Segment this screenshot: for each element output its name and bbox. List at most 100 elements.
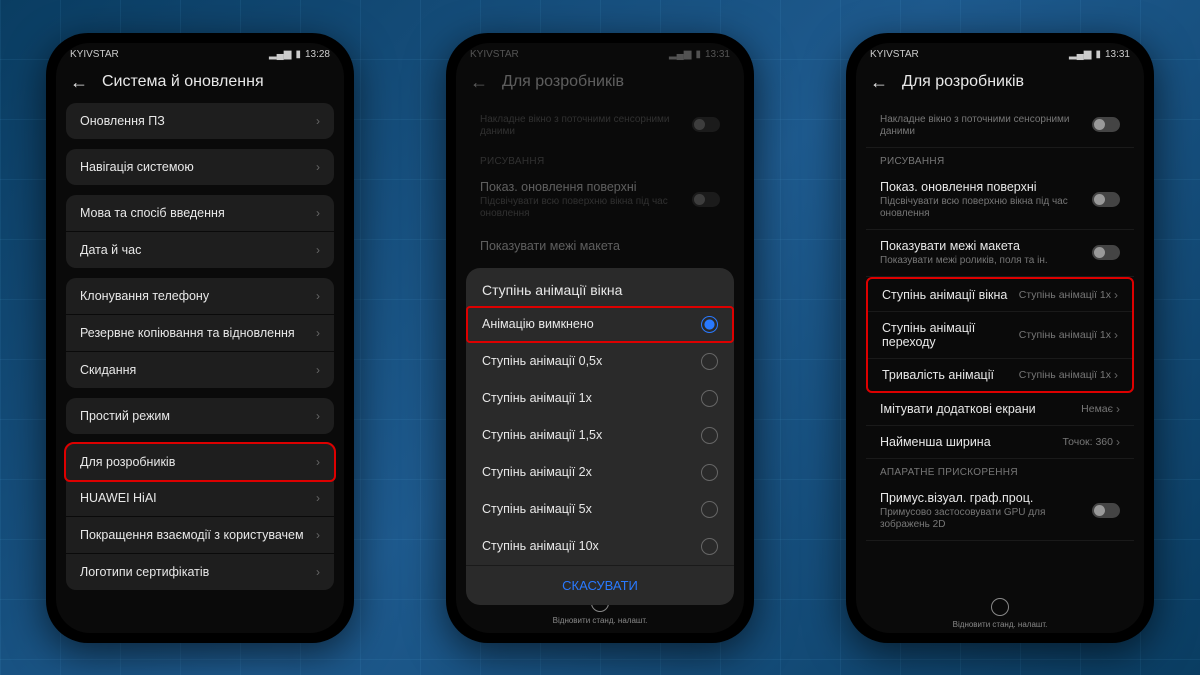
row-simple-mode[interactable]: Простий режим› [66, 398, 334, 434]
row-reset[interactable]: Скидання› [66, 352, 334, 388]
chevron-right-icon: › [316, 326, 320, 340]
screen-header: ← Для розробників [456, 62, 744, 103]
row-software-update[interactable]: Оновлення ПЗ› [66, 103, 334, 139]
chevron-right-icon: › [316, 409, 320, 423]
clock-label: 13:31 [705, 49, 730, 60]
home-icon[interactable] [991, 598, 1009, 616]
toggle-switch[interactable] [1092, 192, 1120, 207]
radio-animation-5x[interactable]: Ступінь анімації 5x [466, 491, 734, 528]
radio-animation-1-5x[interactable]: Ступінь анімації 1,5x [466, 417, 734, 454]
radio-icon [701, 501, 718, 518]
radio-animation-1x[interactable]: Ступінь анімації 1x [466, 380, 734, 417]
row-window-animation-scale[interactable]: Ступінь анімації вікна Ступінь анімації … [868, 279, 1132, 312]
cancel-button[interactable]: СКАСУВАТИ [466, 565, 734, 605]
battery-icon: ▮ [695, 49, 701, 60]
row-certificates[interactable]: Логотипи сертифікатів› [66, 554, 334, 590]
row-animator-duration-scale[interactable]: Тривалість анімації Ступінь анімації 1x› [868, 359, 1132, 391]
radio-animation-2x[interactable]: Ступінь анімації 2x [466, 454, 734, 491]
dev-options-list[interactable]: Накладне вікно з поточними сенсорними да… [856, 103, 1144, 592]
row-phone-clone[interactable]: Клонування телефону› [66, 278, 334, 315]
page-title: Для розробників [902, 73, 1024, 91]
row-developer-options[interactable]: Для розробників› [64, 442, 336, 482]
chevron-right-icon: › [316, 528, 320, 542]
chevron-right-icon: › [1114, 328, 1118, 342]
row-pointer-overlay[interactable]: Накладне вікно з поточними сенсорними да… [866, 103, 1134, 148]
carrier-label: KYIVSTAR [470, 49, 519, 60]
row-layout-bounds[interactable]: Показувати межі макета [466, 230, 734, 263]
back-icon[interactable]: ← [70, 72, 88, 93]
signal-icon: ▂▄▆ [269, 49, 291, 60]
chevron-right-icon: › [1116, 402, 1120, 416]
clock-label: 13:28 [305, 49, 330, 60]
section-hardware-label: АПАРАТНЕ ПРИСКОРЕННЯ [866, 459, 1134, 482]
status-bar: KYIVSTAR ▂▄▆ ▮ 13:31 [856, 43, 1144, 62]
radio-icon [701, 538, 718, 555]
page-title: Для розробників [502, 73, 624, 91]
animation-scale-dialog: Ступінь анімації вікна Анімацію вимкнено… [466, 268, 734, 605]
chevron-right-icon: › [316, 455, 320, 469]
chevron-right-icon: › [316, 243, 320, 257]
toggle-switch[interactable] [1092, 245, 1120, 260]
nav-bar: Відновити станд. налашт. [856, 592, 1144, 633]
chevron-right-icon: › [316, 363, 320, 377]
chevron-right-icon: › [316, 114, 320, 128]
toggle-switch[interactable] [692, 192, 720, 207]
chevron-right-icon: › [316, 289, 320, 303]
chevron-right-icon: › [1114, 368, 1118, 382]
battery-icon: ▮ [295, 49, 301, 60]
radio-icon [701, 390, 718, 407]
screen-dev-options-dialog: KYIVSTAR ▂▄▆ ▮ 13:31 ← Для розробників Н… [456, 43, 744, 633]
row-layout-bounds[interactable]: Показувати межі макета Показувати межі р… [866, 230, 1134, 277]
chevron-right-icon: › [1114, 288, 1118, 302]
section-drawing-label: РИСУВАННЯ [866, 148, 1134, 171]
row-smallest-width[interactable]: Найменша ширина Точок: 360› [866, 426, 1134, 459]
radio-animation-10x[interactable]: Ступінь анімації 10x [466, 528, 734, 565]
row-transition-animation-scale[interactable]: Ступінь анімації переходу Ступінь анімац… [868, 312, 1132, 359]
back-icon[interactable]: ← [870, 72, 888, 93]
screen-dev-options: KYIVSTAR ▂▄▆ ▮ 13:31 ← Для розробників Н… [856, 43, 1144, 633]
row-force-gpu[interactable]: Примус.візуал. граф.проц. Примусово заст… [866, 482, 1134, 541]
radio-icon [701, 316, 718, 333]
status-bar: KYIVSTAR ▂▄▆ ▮ 13:31 [456, 43, 744, 62]
carrier-label: KYIVSTAR [870, 49, 919, 60]
row-simulate-screens[interactable]: Імітувати додаткові екрани Немає› [866, 393, 1134, 426]
chevron-right-icon: › [316, 206, 320, 220]
back-icon[interactable]: ← [470, 72, 488, 93]
dialog-title: Ступінь анімації вікна [466, 268, 734, 306]
radio-icon [701, 464, 718, 481]
radio-icon [701, 353, 718, 370]
row-backup-restore[interactable]: Резервне копіювання та відновлення› [66, 315, 334, 352]
chevron-right-icon: › [1116, 435, 1120, 449]
toggle-switch[interactable] [692, 117, 720, 132]
row-pointer-overlay[interactable]: Накладне вікно з поточними сенсорними да… [466, 103, 734, 148]
chevron-right-icon: › [316, 565, 320, 579]
signal-icon: ▂▄▆ [669, 49, 691, 60]
chevron-right-icon: › [316, 160, 320, 174]
toggle-switch[interactable] [1092, 117, 1120, 132]
phone-mockup-1: KYIVSTAR ▂▄▆ ▮ 13:28 ← Система й оновлен… [46, 33, 354, 643]
radio-icon [701, 427, 718, 444]
row-system-navigation[interactable]: Навігація системою› [66, 149, 334, 185]
animation-settings-group: Ступінь анімації вікна Ступінь анімації … [866, 277, 1134, 393]
page-title: Система й оновлення [102, 73, 264, 91]
radio-animation-off[interactable]: Анімацію вимкнено [466, 306, 734, 343]
carrier-label: KYIVSTAR [70, 49, 119, 60]
row-user-experience[interactable]: Покращення взаємодії з користувачем› [66, 517, 334, 554]
chevron-right-icon: › [316, 491, 320, 505]
screen-header: ← Система й оновлення [56, 62, 344, 103]
row-language-input[interactable]: Мова та спосіб введення› [66, 195, 334, 232]
phone-mockup-2: KYIVSTAR ▂▄▆ ▮ 13:31 ← Для розробників Н… [446, 33, 754, 643]
phone-mockup-3: KYIVSTAR ▂▄▆ ▮ 13:31 ← Для розробників Н… [846, 33, 1154, 643]
radio-animation-0-5x[interactable]: Ступінь анімації 0,5x [466, 343, 734, 380]
row-surface-updates[interactable]: Показ. оновлення поверхні Підсвічувати в… [466, 171, 734, 230]
settings-list[interactable]: Оновлення ПЗ› Навігація системою› Мова т… [56, 103, 344, 633]
toggle-switch[interactable] [1092, 503, 1120, 518]
row-date-time[interactable]: Дата й час› [66, 232, 334, 268]
status-bar: KYIVSTAR ▂▄▆ ▮ 13:28 [56, 43, 344, 62]
screen-system-updates: KYIVSTAR ▂▄▆ ▮ 13:28 ← Система й оновлен… [56, 43, 344, 633]
row-surface-updates[interactable]: Показ. оновлення поверхні Підсвічувати в… [866, 171, 1134, 230]
row-huawei-hiai[interactable]: HUAWEI HiAI› [66, 480, 334, 517]
section-drawing-label: РИСУВАННЯ [466, 148, 734, 171]
signal-icon: ▂▄▆ [1069, 49, 1091, 60]
clock-label: 13:31 [1105, 49, 1130, 60]
